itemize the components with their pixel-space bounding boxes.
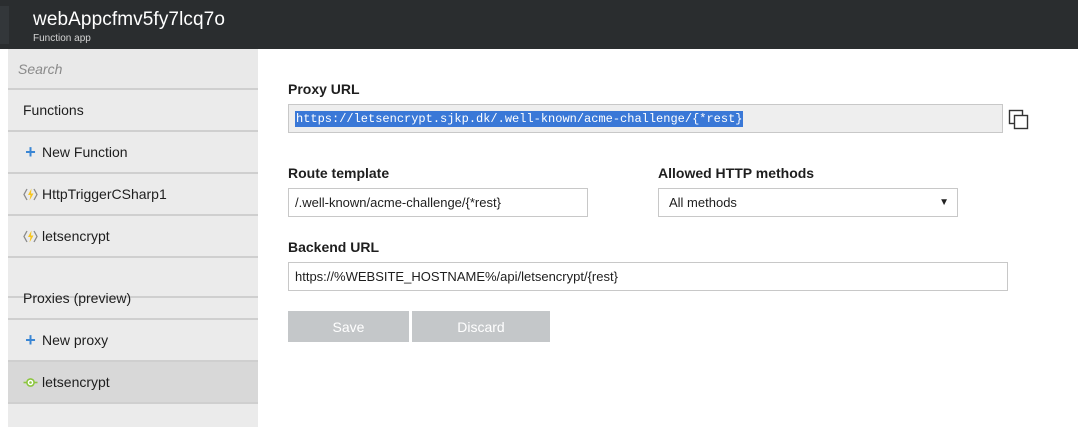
app-title: webAppcfmv5fy7lcq7o: [33, 9, 226, 30]
sidebar-item-label: letsencrypt: [42, 228, 110, 244]
discard-button[interactable]: Discard: [412, 311, 550, 342]
allowed-methods-value: All methods: [669, 195, 737, 210]
proxy-editor: Proxy URL https://letsencrypt.sjkp.dk/.w…: [258, 49, 1078, 427]
sidebar-item-new-function[interactable]: + New Function: [8, 132, 258, 174]
sidebar-item-proxies[interactable]: Proxies (preview): [8, 278, 258, 320]
sidebar-item-label: letsencrypt: [42, 374, 110, 390]
allowed-methods-select[interactable]: All methods ▼: [658, 188, 958, 217]
app-header: webAppcfmv5fy7lcq7o Function app: [0, 0, 1078, 49]
save-button[interactable]: Save: [288, 311, 409, 342]
function-bolt-icon: [23, 229, 38, 244]
allowed-methods-label: Allowed HTTP methods: [658, 165, 815, 181]
sidebar-item-label: New Function: [42, 144, 128, 160]
route-template-input[interactable]: /.well-known/acme-challenge/{*rest}: [288, 188, 588, 217]
sidebar-item-label: HttpTriggerCSharp1: [42, 186, 167, 202]
copy-icon[interactable]: [1007, 108, 1031, 132]
backend-url-input[interactable]: https://%WEBSITE_HOSTNAME%/api/letsencry…: [288, 262, 1008, 291]
sidebar-item-letsencrypt-function[interactable]: letsencrypt: [8, 216, 258, 258]
app-subtitle: Function app: [33, 33, 91, 44]
proxy-url-value: https://letsencrypt.sjkp.dk/.well-known/…: [295, 110, 744, 127]
route-template-label: Route template: [288, 165, 390, 181]
header-edge: [0, 6, 9, 44]
sidebar: Functions + New Function HttpTriggerCSha…: [8, 49, 258, 427]
search-input[interactable]: [8, 49, 258, 88]
sidebar-search: [8, 49, 258, 90]
sidebar-item-httptriggercsharp1[interactable]: HttpTriggerCSharp1: [8, 174, 258, 216]
sidebar-item-functions[interactable]: Functions: [8, 90, 258, 132]
sidebar-item-label: Functions: [23, 102, 84, 118]
plus-icon: +: [25, 329, 36, 350]
sidebar-item-new-proxy[interactable]: + New proxy: [8, 320, 258, 362]
function-bolt-icon: [23, 187, 38, 202]
chevron-down-icon: ▼: [939, 197, 949, 208]
sidebar-item-letsencrypt-proxy[interactable]: letsencrypt: [8, 362, 258, 404]
sidebar-item-label: Proxies (preview): [23, 290, 132, 306]
proxy-url-field[interactable]: https://letsencrypt.sjkp.dk/.well-known/…: [288, 104, 1003, 133]
plus-icon: +: [25, 141, 36, 162]
backend-url-label: Backend URL: [288, 239, 380, 255]
proxy-icon: [23, 375, 38, 390]
proxy-url-label: Proxy URL: [288, 81, 360, 97]
sidebar-item-label: New proxy: [42, 332, 109, 348]
